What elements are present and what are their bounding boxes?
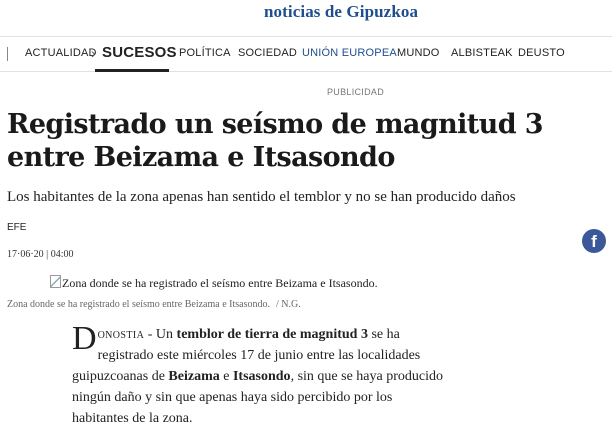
active-tab-indicator bbox=[95, 69, 169, 72]
nav-item-albisteak[interactable]: ALBISTEAK bbox=[451, 47, 513, 59]
image-credit: / N.G. bbox=[275, 299, 301, 310]
article-author[interactable]: EFE bbox=[7, 222, 26, 233]
article-image: Zona donde se ha registrado el seísmo en… bbox=[50, 275, 378, 291]
image-caption: Zona donde se ha registrado el seísmo en… bbox=[7, 299, 301, 310]
facebook-share-button[interactable]: f bbox=[582, 229, 606, 253]
nav-item-mundo[interactable]: MUNDO bbox=[397, 47, 440, 59]
highlight-beizama: Beizama bbox=[168, 369, 220, 384]
article-time: 04:00 bbox=[50, 249, 74, 260]
nav-divider bbox=[7, 47, 8, 61]
nav-item-sociedad[interactable]: SOCIEDAD bbox=[238, 47, 297, 59]
article-date: 17·06·20 bbox=[7, 249, 44, 260]
article-subtitle: Los habitantes de la zona apenas han sen… bbox=[7, 189, 516, 205]
dateline-city: onostia bbox=[97, 327, 145, 342]
section-nav: ACTUALIDAD › SUCESOS POLÍTICA SOCIEDAD U… bbox=[0, 36, 612, 72]
image-caption-text: Zona donde se ha registrado el seísmo en… bbox=[7, 299, 270, 310]
breadcrumb-chevron-icon: › bbox=[91, 45, 96, 61]
article-body: Donostia - Un temblor de tierra de magni… bbox=[72, 320, 443, 427]
facebook-icon: f bbox=[591, 232, 597, 251]
site-header: noticias de Gipuzkoa bbox=[0, 0, 612, 30]
article-image-alt: Zona donde se ha registrado el seísmo en… bbox=[62, 276, 378, 290]
drop-cap: D bbox=[72, 320, 97, 357]
ad-label: PUBLICIDAD bbox=[327, 87, 385, 97]
nav-item-politica[interactable]: POLÍTICA bbox=[179, 47, 231, 59]
highlight-itsasondo: Itsasondo bbox=[232, 369, 291, 384]
highlight-magnitude: temblor de tierra de magnitud 3 bbox=[176, 327, 368, 342]
article-dateline: 17·06·20 | 04:00 bbox=[7, 249, 74, 260]
nav-item-actualidad[interactable]: ACTUALIDAD bbox=[25, 47, 97, 59]
site-logo[interactable]: noticias de Gipuzkoa bbox=[264, 2, 418, 22]
nav-item-deusto[interactable]: DEUSTO bbox=[518, 47, 565, 59]
article-headline: Registrado un seísmo de magnitud 3 entre… bbox=[7, 109, 544, 173]
nav-item-sucesos[interactable]: SUCESOS bbox=[102, 44, 177, 61]
nav-item-union-europea[interactable]: UNIÓN EUROPEA bbox=[302, 47, 397, 59]
broken-image-icon bbox=[50, 275, 61, 288]
